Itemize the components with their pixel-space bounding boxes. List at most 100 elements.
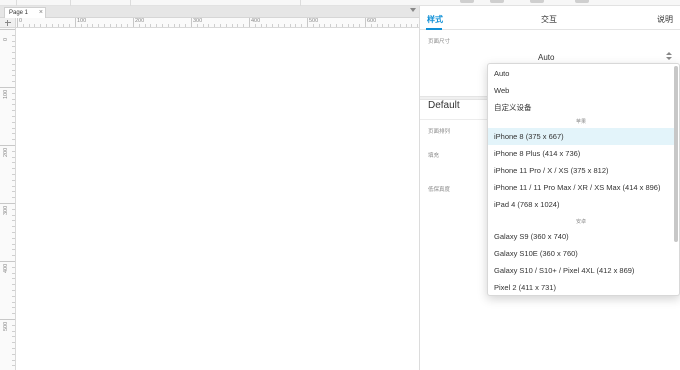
ruler-tick-minor — [202, 24, 204, 27]
ruler-tick-minor — [411, 24, 413, 27]
dropdown-scrollbar[interactable] — [674, 66, 678, 242]
group-label-android-text: 安卓 — [571, 219, 590, 225]
ruler-tick-minor — [12, 150, 15, 152]
dropdown-item-pixel2[interactable]: Pixel 2 (411 x 731) — [488, 279, 674, 295]
ruler-tick-minor — [12, 348, 15, 349]
ruler-tick-minor — [272, 24, 274, 27]
ruler-tick-minor — [330, 24, 332, 27]
ruler-tick-minor — [12, 359, 15, 361]
ruler-tick-minor — [12, 46, 15, 48]
page-tab[interactable]: Page 1 × — [4, 7, 46, 18]
ruler-tick-minor — [208, 24, 210, 27]
dropdown-item-auto[interactable]: Auto — [488, 65, 674, 82]
ruler-tick-minor — [63, 24, 65, 27]
ruler-tick-minor — [417, 24, 419, 27]
dropdown-item-galaxy-s10-plus[interactable]: Galaxy S10 / S10+ / Pixel 4XL (412 x 869… — [488, 262, 674, 279]
ruler-tick-minor — [243, 24, 245, 27]
ruler-tick-minor — [266, 24, 268, 27]
ruler-tick-minor — [376, 24, 378, 27]
ruler-tick-minor — [260, 24, 262, 27]
dropdown-item-iphone8-plus[interactable]: iPhone 8 Plus (414 x 736) — [488, 145, 674, 162]
ruler-y-label: 0 — [3, 37, 9, 41]
ruler-tick-minor — [12, 121, 15, 123]
ruler-tick-minor — [12, 98, 15, 100]
ruler-tick-minor — [196, 24, 198, 27]
tab-style[interactable]: 样式 — [427, 14, 443, 25]
page-size-value: Auto — [538, 52, 555, 62]
ruler-tick-minor — [138, 24, 140, 27]
ruler-tick-minor — [69, 24, 71, 27]
inspector-tabs: 样式 交互 说明 — [420, 6, 680, 30]
ruler-tick-minor — [405, 24, 407, 27]
chevron-down-icon[interactable] — [410, 8, 416, 12]
close-icon[interactable]: × — [39, 9, 43, 17]
updown-chevron-icon — [666, 52, 672, 62]
tab-interactions[interactable]: 交互 — [541, 14, 557, 25]
ruler-tick-minor — [162, 24, 163, 27]
ruler-tick-minor — [127, 24, 129, 27]
page-align-label: 页面排列 — [428, 129, 451, 135]
ruler-tick-minor — [12, 81, 15, 83]
ruler-tick-major — [133, 18, 134, 27]
ruler-tick-minor — [12, 34, 15, 36]
ruler-tick-major — [0, 261, 15, 262]
dropdown-item-iphone11-max[interactable]: iPhone 11 / 11 Pro Max / XR / XS Max (41… — [488, 179, 674, 196]
ruler-tick-minor — [295, 24, 297, 27]
ruler-tick-minor — [12, 139, 15, 141]
ruler-tick-minor — [22, 24, 24, 27]
dropdown-item-web[interactable]: Web — [488, 82, 674, 99]
ruler-tick-minor — [225, 24, 227, 27]
ruler-tick-minor — [12, 127, 15, 129]
ruler-tick-minor — [86, 24, 88, 27]
ruler-tick-minor — [278, 24, 279, 27]
ruler-tick-minor — [12, 174, 15, 175]
ruler-tick-minor — [382, 24, 384, 27]
design-canvas[interactable] — [16, 28, 419, 370]
ruler-tick-minor — [179, 24, 181, 27]
ruler-tick-minor — [312, 24, 314, 27]
group-label-apple: 苹果 — [488, 118, 674, 125]
dropdown-item-iphone11-pro[interactable]: iPhone 11 Pro / X / XS (375 x 812) — [488, 162, 674, 179]
dropdown-item-custom[interactable]: 自定义设备 — [488, 99, 674, 116]
tab-notes[interactable]: 说明 — [657, 14, 673, 25]
ruler-tick-major — [17, 18, 18, 27]
ruler-tick-minor — [115, 24, 117, 27]
ruler-tick-minor — [347, 24, 349, 27]
ruler-tick-minor — [57, 24, 59, 27]
ruler-y-label: 200 — [3, 147, 9, 157]
dropdown-item-galaxy-s9[interactable]: Galaxy S9 (360 x 740) — [488, 228, 674, 245]
dropdown-item-galaxy-s10e[interactable]: Galaxy S10E (360 x 760) — [488, 245, 674, 262]
ruler-tick-minor — [12, 243, 15, 245]
ruler-tick-minor — [394, 24, 395, 27]
ruler-tick-minor — [12, 179, 15, 181]
ruler-tick-minor — [12, 133, 15, 135]
ruler-tick-major — [75, 18, 76, 27]
ruler-tick-minor — [12, 353, 15, 355]
ruler-tick-minor — [46, 24, 47, 27]
ruler-tick-minor — [12, 272, 15, 274]
page-tabbar: Page 1 × — [0, 6, 419, 18]
page-tab-label: Page 1 — [9, 10, 29, 16]
ruler-tick-minor — [399, 24, 401, 27]
ruler-tick-minor — [12, 324, 15, 326]
ruler-tick-major — [249, 18, 250, 27]
ruler-corner[interactable] — [0, 18, 16, 28]
ruler-tick-minor — [12, 185, 15, 187]
low-fidelity-label: 低保真度 — [428, 187, 451, 193]
ruler-tick-major — [191, 18, 192, 27]
dropdown-item-iphone8[interactable]: iPhone 8 (375 x 667) — [488, 128, 674, 145]
ruler-tick-minor — [12, 40, 15, 42]
ruler-tick-minor — [12, 307, 15, 309]
group-label-android: 安卓 — [488, 218, 674, 225]
ruler-tick-minor — [12, 232, 15, 233]
ruler-tick-minor — [185, 24, 187, 27]
ruler-tick-minor — [237, 24, 239, 27]
ruler-tick-minor — [318, 24, 320, 27]
dropdown-item-ipad4[interactable]: iPad 4 (768 x 1024) — [488, 196, 674, 213]
ruler-tick-minor — [12, 313, 15, 315]
page-size-select[interactable]: Auto — [538, 50, 672, 64]
ruler-tick-minor — [324, 24, 326, 27]
ruler-tick-minor — [301, 24, 303, 27]
ruler-tick-minor — [289, 24, 291, 27]
ruler-tick-minor — [12, 220, 15, 222]
